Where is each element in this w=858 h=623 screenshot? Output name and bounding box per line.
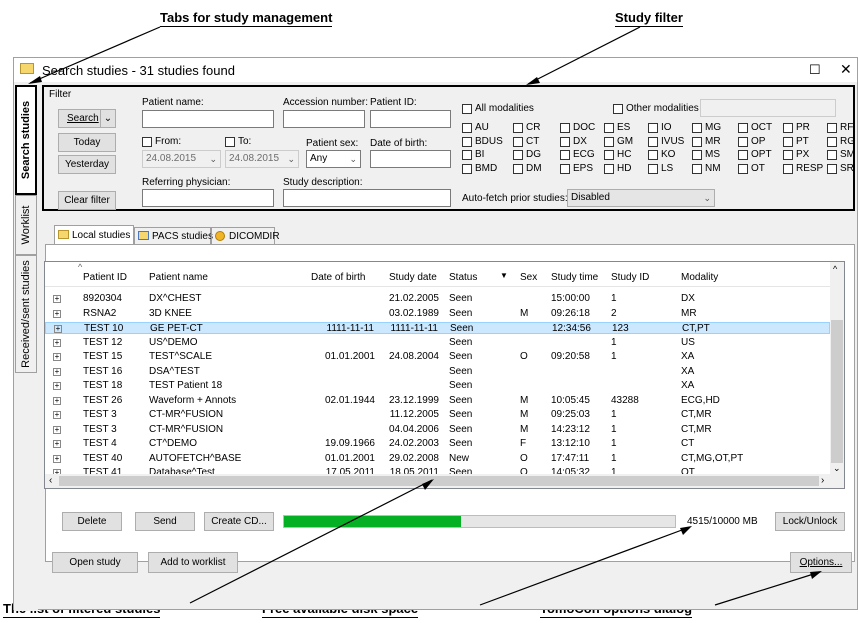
arrowhead-filter (526, 77, 540, 85)
arrowhead-disk (680, 526, 692, 535)
annotation-arrows (28, 26, 822, 606)
arrowhead-list (422, 479, 434, 490)
arrow-options (714, 571, 821, 606)
arrowhead-tabs (28, 76, 42, 84)
arrow-disk (479, 526, 691, 606)
arrowhead-options (810, 571, 822, 579)
arrow-filter (527, 26, 641, 85)
arrow-tabs (29, 26, 161, 84)
arrow-list (189, 479, 433, 604)
